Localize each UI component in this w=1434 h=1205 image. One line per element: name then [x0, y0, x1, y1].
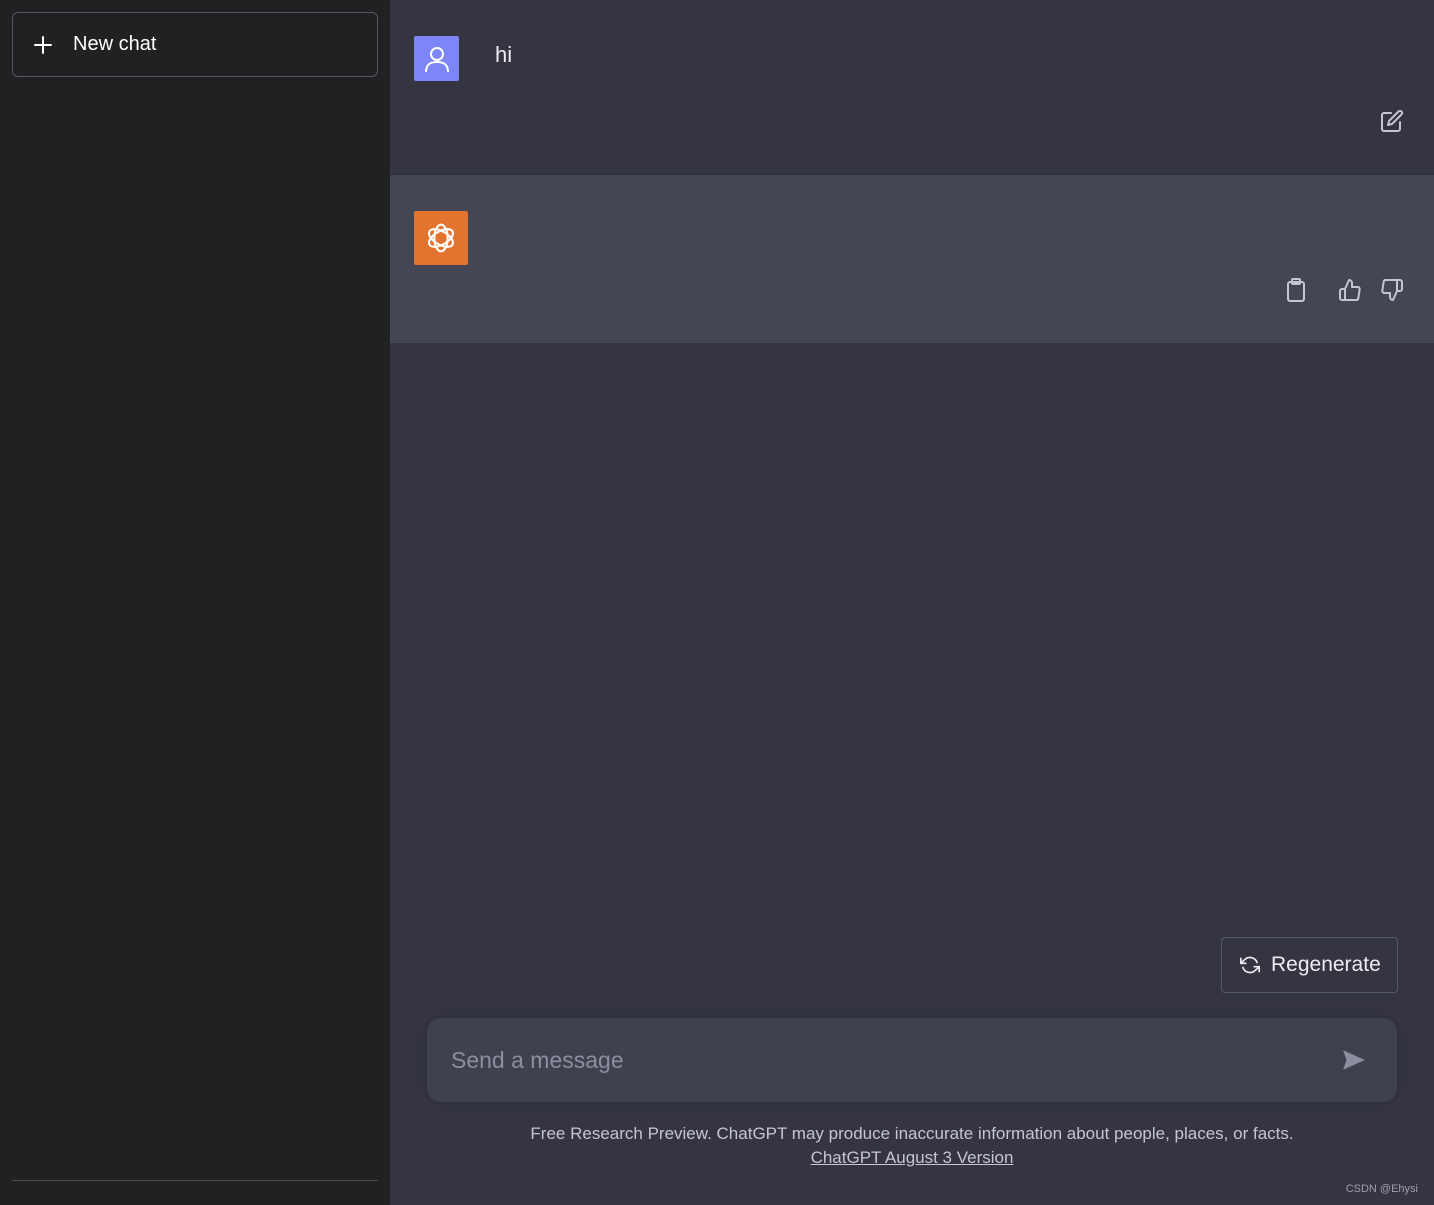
sidebar: New chat	[0, 0, 390, 1205]
edit-icon	[1381, 109, 1404, 132]
sidebar-divider	[12, 1180, 378, 1181]
new-chat-button[interactable]: New chat	[12, 12, 378, 77]
thumbs-up-button[interactable]	[1336, 276, 1364, 304]
send-icon	[1343, 1050, 1365, 1070]
copy-button[interactable]	[1283, 276, 1309, 304]
regenerate-label: Regenerate	[1271, 953, 1381, 976]
plus-icon	[33, 35, 53, 55]
chat-main: hi Regenerate Send a message Free Resear…	[390, 0, 1434, 1205]
thumbs-down-icon	[1381, 279, 1403, 301]
user-icon	[424, 46, 449, 72]
user-message-row: hi	[390, 0, 1434, 175]
message-input[interactable]	[451, 1040, 1311, 1080]
send-button[interactable]	[1339, 1045, 1369, 1075]
openai-logo-icon	[427, 223, 455, 253]
refresh-icon	[1239, 954, 1261, 976]
regenerate-button[interactable]: Regenerate	[1221, 937, 1398, 993]
watermark: CSDN @Ehysi	[1345, 1183, 1418, 1195]
assistant-message-row	[390, 175, 1434, 343]
assistant-avatar	[414, 211, 468, 265]
version-link[interactable]: ChatGPT August 3 Version	[811, 1148, 1014, 1167]
edit-message-button[interactable]	[1378, 107, 1406, 135]
new-chat-label: New chat	[73, 33, 157, 55]
thumbs-down-button[interactable]	[1378, 276, 1406, 304]
user-avatar	[414, 36, 459, 81]
disclaimer-text: Free Research Preview. ChatGPT may produ…	[530, 1124, 1294, 1143]
clipboard-icon	[1287, 278, 1305, 302]
footer-disclaimer: Free Research Preview. ChatGPT may produ…	[390, 1122, 1434, 1170]
message-composer	[427, 1018, 1397, 1102]
user-message-text: hi	[495, 42, 513, 67]
thumbs-up-icon	[1339, 279, 1361, 301]
